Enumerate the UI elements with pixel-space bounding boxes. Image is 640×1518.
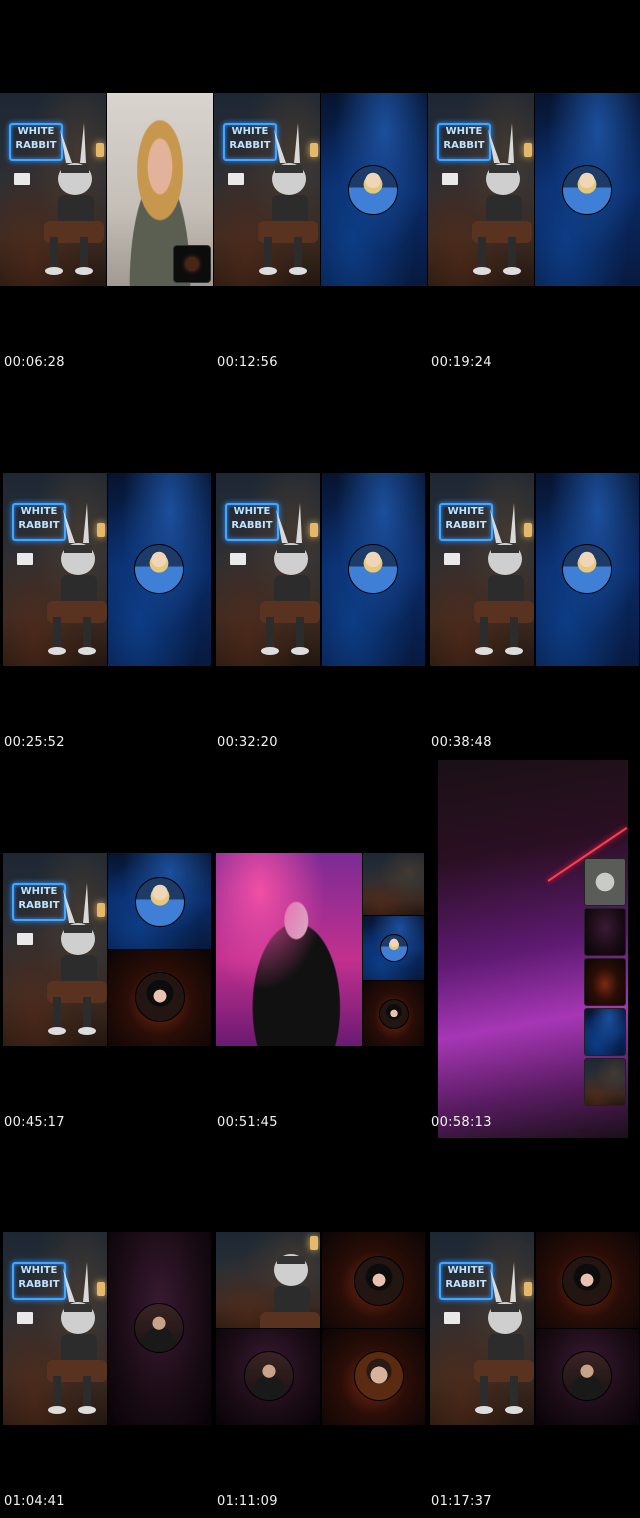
- lamp-icon: [524, 143, 532, 157]
- participant-thumbnail: [584, 858, 626, 906]
- timestamp: 00:12:56: [217, 355, 278, 370]
- webcam-tile: [216, 853, 362, 1046]
- rabbit-stream-tile: WHITE RABBIT: [0, 93, 106, 286]
- frame-cell-8[interactable]: 00:51:45: [214, 853, 427, 1133]
- sign-icon: [442, 173, 458, 185]
- sign-icon: [444, 553, 460, 565]
- lamp-icon: [97, 523, 105, 537]
- rabbit-stream-tile: [363, 853, 424, 915]
- audio-call-tile: [321, 93, 427, 286]
- audio-call-tile: [535, 93, 640, 286]
- participant-thumbnail: [584, 1058, 626, 1106]
- frame-cell-12[interactable]: WHITE RABBIT 01:17:37: [428, 1232, 640, 1512]
- audio-call-tile: [536, 1329, 639, 1425]
- participant-avatar: [562, 165, 612, 215]
- sign-icon: [230, 553, 246, 565]
- sign-icon: [17, 553, 33, 565]
- participant-avatar: [354, 1256, 404, 1306]
- frame-cell-2[interactable]: WHITE RABBIT 00:12:56: [214, 93, 427, 373]
- timestamp: 00:32:20: [217, 735, 278, 750]
- participant-avatar: [562, 1256, 612, 1306]
- participant-avatar: [348, 165, 398, 215]
- lamp-icon: [97, 1282, 105, 1296]
- frame-cell-5[interactable]: WHITE RABBIT 00:32:20: [214, 473, 427, 753]
- timestamp: 00:38:48: [431, 735, 492, 750]
- timestamp: 00:25:52: [4, 735, 65, 750]
- participant-avatar: [354, 1351, 404, 1401]
- timestamp: 01:04:41: [4, 1494, 65, 1509]
- rabbit-stream-tile: WHITE RABBIT: [430, 473, 534, 666]
- sign-icon: [228, 173, 244, 185]
- audio-call-tile: [108, 1232, 211, 1425]
- lamp-icon: [97, 903, 105, 917]
- audio-call-tile: [536, 473, 639, 666]
- participant-avatar: [379, 999, 409, 1029]
- frame-cell-9[interactable]: 00:58:13: [428, 760, 640, 1138]
- rabbit-stream-tile: WHITE RABBIT: [214, 93, 320, 286]
- audio-call-tile: [322, 1232, 425, 1328]
- audio-call-tile: [108, 853, 211, 949]
- participant-avatar: [348, 544, 398, 594]
- sign-icon: [14, 173, 30, 185]
- participant-avatar: [380, 934, 408, 962]
- participant-avatar: [134, 544, 184, 594]
- lamp-icon: [310, 143, 318, 157]
- audio-call-tile: [363, 981, 424, 1046]
- audio-call-tile: [216, 1329, 320, 1425]
- lamp-icon: [524, 523, 532, 537]
- participant-thumbnail: [584, 1008, 626, 1056]
- participant-thumbnail: [584, 908, 626, 956]
- frame-cell-3[interactable]: WHITE RABBIT 00:19:24: [428, 93, 640, 373]
- timestamp: 00:19:24: [431, 355, 492, 370]
- audio-call-tile: [363, 916, 424, 980]
- participant-avatar: [135, 877, 185, 927]
- sign-icon: [444, 1312, 460, 1324]
- audio-call-tile: [322, 473, 425, 666]
- frame-cell-10[interactable]: WHITE RABBIT 01:04:41: [0, 1232, 213, 1512]
- rabbit-stream-tile: WHITE RABBIT: [430, 1232, 534, 1425]
- lamp-icon: [310, 1236, 318, 1250]
- audio-call-tile: [108, 950, 211, 1046]
- frame-cell-1[interactable]: WHITE RABBIT 00:06:28: [0, 93, 213, 373]
- lamp-icon: [524, 1282, 532, 1296]
- participant-avatar: [562, 544, 612, 594]
- rabbit-stream-tile: WHITE RABBIT: [3, 1232, 107, 1425]
- sign-icon: [17, 1312, 33, 1324]
- audio-call-tile: [322, 1329, 425, 1425]
- participant-avatar: [135, 972, 185, 1022]
- audio-call-tile: [108, 473, 211, 666]
- timestamp: 01:11:09: [217, 1494, 278, 1509]
- timestamp: 01:17:37: [431, 1494, 492, 1509]
- participant-avatar: [244, 1351, 294, 1401]
- timestamp: 00:51:45: [217, 1115, 278, 1130]
- lamp-icon: [96, 143, 104, 157]
- webcam-tile: [107, 93, 213, 286]
- participant-avatar: [134, 1303, 184, 1353]
- rabbit-stream-tile: WHITE RABBIT: [3, 853, 107, 1046]
- frame-cell-7[interactable]: WHITE RABBIT 00:45:17: [0, 853, 213, 1133]
- audio-call-tile: [536, 1232, 639, 1328]
- frame-cell-4[interactable]: WHITE RABBIT 00:25:52: [0, 473, 213, 753]
- rabbit-stream-tile: WHITE RABBIT: [428, 93, 534, 286]
- rabbit-stream-tile: WHITE RABBIT: [3, 473, 107, 666]
- timestamp: 00:06:28: [4, 355, 65, 370]
- sign-icon: [17, 933, 33, 945]
- timestamp: 00:58:13: [431, 1115, 492, 1130]
- frame-cell-11[interactable]: 01:11:09: [214, 1232, 427, 1512]
- webcam-tile: [438, 760, 628, 1138]
- participant-avatar: [562, 1351, 612, 1401]
- lamp-icon: [310, 523, 318, 537]
- timestamp: 00:45:17: [4, 1115, 65, 1130]
- self-view-icon: [173, 245, 211, 283]
- rabbit-stream-tile: WHITE RABBIT: [216, 473, 320, 666]
- participant-thumbnail: [584, 958, 626, 1006]
- frame-cell-6[interactable]: WHITE RABBIT 00:38:48: [428, 473, 640, 753]
- rabbit-stream-tile: [216, 1232, 320, 1328]
